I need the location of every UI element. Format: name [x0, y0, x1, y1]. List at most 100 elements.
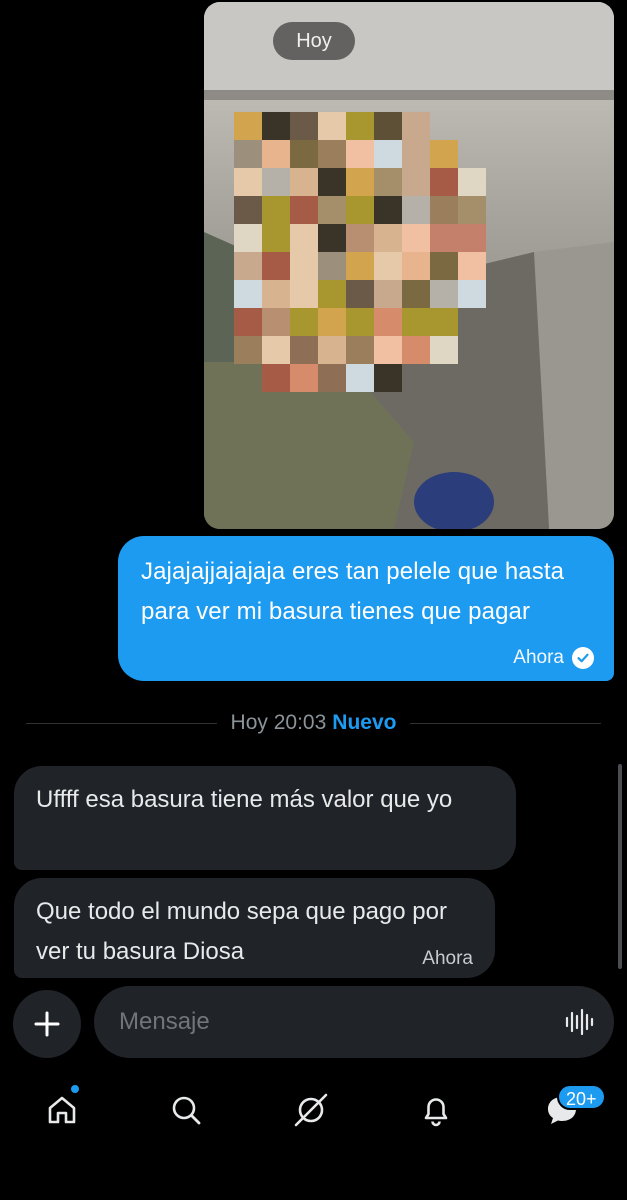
- pixel-block: [346, 308, 374, 336]
- pixel-block: [402, 224, 430, 252]
- messages-badge: 20+: [557, 1084, 606, 1110]
- pixel-block: [290, 308, 318, 336]
- received-message-text: Que todo el mundo sepa que pago por ver …: [36, 898, 447, 965]
- pixel-block: [374, 196, 402, 224]
- pixel-block: [290, 168, 318, 196]
- pixel-block: [290, 280, 318, 308]
- divider-new-label: Nuevo: [332, 711, 397, 734]
- sent-message-text: Jajajajjajajaja eres tan pelele que hast…: [141, 558, 565, 625]
- received-message-text: Uffff esa basura tiene más valor que yo: [36, 786, 453, 813]
- pixel-block: [402, 336, 430, 364]
- pixel-block: [346, 252, 374, 280]
- pixel-block: [318, 308, 346, 336]
- pixel-block: [234, 112, 262, 140]
- grok-icon[interactable]: [291, 1090, 331, 1130]
- pixel-block: [290, 252, 318, 280]
- divider-line-left: [26, 722, 217, 724]
- notifications-icon[interactable]: [416, 1090, 456, 1130]
- pixel-block: [318, 140, 346, 168]
- pixel-block: [234, 168, 262, 196]
- pixel-block: [234, 336, 262, 364]
- pixel-block: [430, 252, 458, 280]
- divider-time: Hoy 20:03: [230, 711, 327, 734]
- pixel-block: [458, 168, 486, 196]
- pixel-block: [374, 364, 402, 392]
- pixel-block: [374, 252, 402, 280]
- pixel-block: [262, 112, 290, 140]
- pixel-block: [458, 224, 486, 252]
- pixel-block: [234, 308, 262, 336]
- pixel-block: [402, 308, 430, 336]
- pixel-block: [346, 336, 374, 364]
- pixel-block: [346, 168, 374, 196]
- pixel-block: [430, 280, 458, 308]
- pixel-block: [430, 336, 458, 364]
- pixel-block: [234, 280, 262, 308]
- pixel-block: [290, 364, 318, 392]
- pixel-block: [262, 308, 290, 336]
- pixel-block: [374, 224, 402, 252]
- pixel-block: [374, 168, 402, 196]
- pixel-block: [318, 280, 346, 308]
- search-icon[interactable]: [166, 1090, 206, 1130]
- pixel-block: [290, 336, 318, 364]
- pixel-block: [458, 280, 486, 308]
- pixel-block: [346, 280, 374, 308]
- new-messages-divider: Hoy 20:03 Nuevo: [26, 705, 602, 741]
- received-message-bubble[interactable]: Que todo el mundo sepa que pago por ver …: [14, 878, 495, 978]
- pixel-block: [290, 112, 318, 140]
- home-icon[interactable]: [42, 1090, 82, 1130]
- pixel-block: [290, 140, 318, 168]
- received-message-time: Ahora: [422, 948, 473, 969]
- pixel-block: [234, 196, 262, 224]
- pixel-block: [262, 280, 290, 308]
- pixel-block: [290, 224, 318, 252]
- divider-line-right: [410, 722, 602, 724]
- pixel-block: [234, 224, 262, 252]
- pixel-block: [262, 168, 290, 196]
- pixel-block: [430, 224, 458, 252]
- sent-message-time: Ahora: [513, 647, 564, 668]
- read-check-icon: [572, 647, 594, 669]
- pixel-block: [346, 140, 374, 168]
- photo-date-pill: Hoy: [273, 22, 355, 60]
- pixel-block: [318, 364, 346, 392]
- home-notification-dot: [70, 1084, 80, 1094]
- pixel-block: [374, 112, 402, 140]
- pixel-block: [262, 224, 290, 252]
- thread-scrollbar[interactable]: [618, 764, 622, 969]
- pixel-block: [430, 308, 458, 336]
- pixel-block: [374, 308, 402, 336]
- pixel-block: [318, 336, 346, 364]
- pixel-block: [430, 140, 458, 168]
- bottom-nav: [0, 1074, 627, 1144]
- pixel-block: [262, 252, 290, 280]
- message-input[interactable]: [119, 1008, 564, 1036]
- pixel-block: [318, 112, 346, 140]
- divider-label: Hoy 20:03 Nuevo: [217, 711, 411, 735]
- add-attachment-button[interactable]: [13, 990, 81, 1058]
- message-photo[interactable]: [204, 2, 614, 529]
- pixel-block: [402, 252, 430, 280]
- photo-content: [204, 2, 614, 529]
- pixel-block: [346, 196, 374, 224]
- pixel-block: [346, 224, 374, 252]
- received-message-bubble[interactable]: Uffff esa basura tiene más valor que yo: [14, 766, 516, 870]
- pixel-block: [262, 336, 290, 364]
- pixel-block: [262, 364, 290, 392]
- pixel-block: [290, 196, 318, 224]
- pixel-block: [234, 140, 262, 168]
- pixel-block: [234, 252, 262, 280]
- pixel-block: [318, 224, 346, 252]
- pixel-block: [374, 140, 402, 168]
- voice-message-icon[interactable]: [564, 1007, 598, 1037]
- pixel-block: [458, 252, 486, 280]
- pixel-block: [402, 112, 430, 140]
- pixel-block: [402, 196, 430, 224]
- pixel-block: [430, 196, 458, 224]
- pixel-block: [346, 364, 374, 392]
- plus-icon: [34, 1011, 60, 1037]
- pixel-block: [402, 168, 430, 196]
- sent-message-bubble[interactable]: Jajajajjajajaja eres tan pelele que hast…: [118, 536, 614, 681]
- pixel-block: [262, 140, 290, 168]
